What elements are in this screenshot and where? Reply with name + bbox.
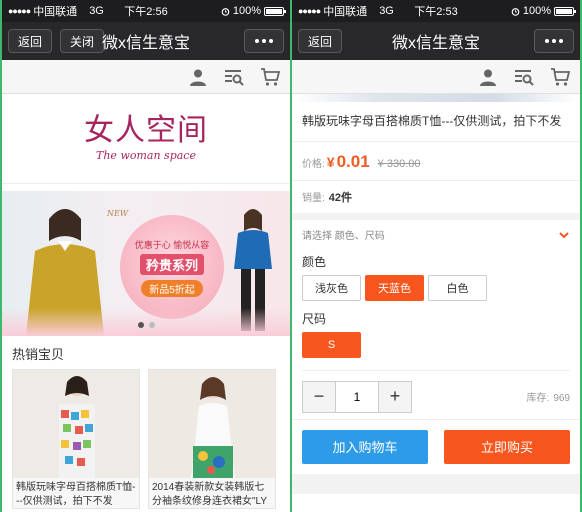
stock-info: 库存: 969 (523, 389, 570, 404)
decrease-button[interactable]: − (303, 381, 335, 412)
product-photo-tshirt (13, 370, 139, 478)
size-option-selected[interactable]: S (302, 331, 361, 358)
shop-toolbar (292, 60, 580, 94)
product-image (13, 370, 139, 478)
battery-icon (264, 6, 286, 16)
pager-dot-icon[interactable] (137, 322, 144, 328)
carrier-label: 中国联通 (323, 6, 368, 18)
nav-bar: 返回 微x信生意宝 (292, 22, 580, 60)
sales-row: 销量: 42件 (292, 181, 580, 220)
back-button[interactable]: 返回 (298, 29, 343, 53)
status-bar: ●●●●● 中国联通 3G 下午2:56 100% (2, 0, 290, 22)
promo-line1: 优惠于心 愉悦从容 (134, 239, 210, 250)
alarm-icon (221, 7, 230, 16)
quantity-input[interactable]: 1 (335, 381, 379, 412)
original-price: ¥ 330.00 (377, 157, 421, 170)
cart-icon[interactable] (550, 67, 570, 87)
status-bar: ●●●●● 中国联通 3G 下午2:53 100% (292, 0, 580, 22)
status-right: 100% (511, 5, 576, 17)
color-option[interactable]: 浅灰色 (302, 274, 361, 301)
shop-toolbar (2, 60, 290, 94)
shop-logo: 女人空间 The woman space (2, 94, 290, 184)
network-type: 3G (379, 5, 394, 17)
shop-logo-cn: 女人空间 (84, 112, 208, 148)
status-right: 100% (221, 5, 286, 17)
cart-icon[interactable] (260, 67, 280, 87)
product-grid: 韩版玩味字母百搭棉质T恤---仅供测试，拍下不发 2014春装新款女装韩版七分袖… (2, 369, 290, 509)
search-list-icon[interactable] (514, 67, 534, 87)
product-card[interactable]: 2014春装新款女装韩版七分袖条纹修身连衣裙女"LY (148, 369, 276, 509)
dot-icon (269, 39, 273, 43)
alarm-icon (511, 7, 520, 16)
stock-value: 969 (553, 393, 570, 405)
product-image (149, 370, 275, 478)
price-row: 价格: ¥ 0.01 ¥ 330.00 (292, 142, 580, 181)
network-type: 3G (89, 5, 104, 17)
sku-prompt: 请选择 颜色、尺码 (302, 231, 385, 243)
more-options-button[interactable] (244, 29, 284, 53)
product-image-strip (292, 94, 580, 102)
signal-indicator: ●●●●● (298, 6, 321, 16)
pager-dot-icon[interactable] (148, 322, 155, 328)
search-list-icon[interactable] (224, 67, 244, 87)
add-to-cart-button[interactable]: 加入购物车 (302, 429, 428, 464)
signal-indicator: ●●●●● (8, 6, 31, 16)
close-button[interactable]: 关闭 (60, 29, 105, 53)
user-icon[interactable] (478, 67, 498, 87)
promo-line3: 新品5折起 (141, 279, 203, 297)
product-card[interactable]: 韩版玩味字母百搭棉质T恤---仅供测试，拍下不发 (12, 369, 140, 509)
dot-icon (552, 39, 556, 43)
sku-selector: 请选择 颜色、尺码 颜色 浅灰色 天蓝色 白色 尺码 S − 1 + 库存: 96… (292, 220, 580, 413)
promo-circle: 优惠于心 愉悦从容 矜贵系列 新品5折起 (120, 215, 224, 319)
sales-value: 42件 (328, 191, 353, 204)
product-photo-dress (149, 370, 275, 478)
chevron-down-icon[interactable] (558, 229, 570, 241)
carrier-label: 中国联通 (33, 6, 78, 18)
hot-items-title: 热销宝贝 (12, 347, 65, 362)
size-options: S (302, 331, 570, 358)
color-options: 浅灰色 天蓝色 白色 (302, 274, 570, 301)
product-title: 韩版玩味字母百搭棉质T恤---仅供测试，拍下不发 (292, 102, 580, 142)
back-button[interactable]: 返回 (8, 29, 53, 53)
shop-logo-en: The woman space (96, 148, 196, 162)
nav-bar: 返回 关闭 微x信生意宝 (2, 22, 290, 60)
stock-label: 库存: (526, 393, 550, 405)
price-label: 价格: (302, 158, 325, 170)
promo-line2: 矜贵系列 (139, 253, 204, 275)
buy-now-button[interactable]: 立即购买 (444, 429, 570, 464)
product-name: 韩版玩味字母百搭棉质T恤---仅供测试，拍下不发 (16, 482, 136, 507)
dot-icon (545, 39, 549, 43)
battery-icon (554, 6, 576, 16)
bottom-spacer (292, 473, 580, 494)
new-tag: NEW (107, 209, 129, 218)
battery-percent: 100% (522, 5, 551, 17)
phone-screen-shop-home: ●●●●● 中国联通 3G 下午2:56 100% 返回 关闭 微x信生意宝 女… (2, 0, 290, 512)
increase-button[interactable]: + (379, 381, 411, 412)
more-options-button[interactable] (534, 29, 574, 53)
product-name: 2014春装新款女装韩版七分袖条纹修身连衣裙女"LY (152, 482, 268, 507)
phone-screen-product-detail: ●●●●● 中国联通 3G 下午2:53 100% 返回 微x信生意宝 韩版玩味… (292, 0, 580, 512)
price-currency: ¥ (326, 153, 335, 170)
dot-icon (262, 39, 266, 43)
dot-icon (559, 39, 563, 43)
user-icon[interactable] (188, 67, 208, 87)
quantity-row: − 1 + 库存: 969 (302, 369, 570, 413)
price-value: 0.01 (336, 151, 370, 171)
color-label: 颜色 (302, 254, 327, 269)
banner-pager[interactable] (2, 322, 290, 328)
color-option[interactable]: 白色 (428, 274, 487, 301)
size-label: 尺码 (302, 311, 327, 326)
sku-toggle[interactable]: 请选择 颜色、尺码 (302, 226, 570, 244)
sales-label: 销量: (302, 192, 325, 204)
color-option-selected[interactable]: 天蓝色 (365, 274, 424, 301)
action-buttons: 加入购物车 立即购买 (292, 418, 580, 474)
dot-icon (255, 39, 259, 43)
battery-percent: 100% (232, 5, 261, 17)
quantity-stepper: − 1 + (302, 380, 412, 413)
promo-banner[interactable]: NEW 优惠于心 愉悦从容 矜贵系列 新品5折起 (2, 191, 290, 336)
